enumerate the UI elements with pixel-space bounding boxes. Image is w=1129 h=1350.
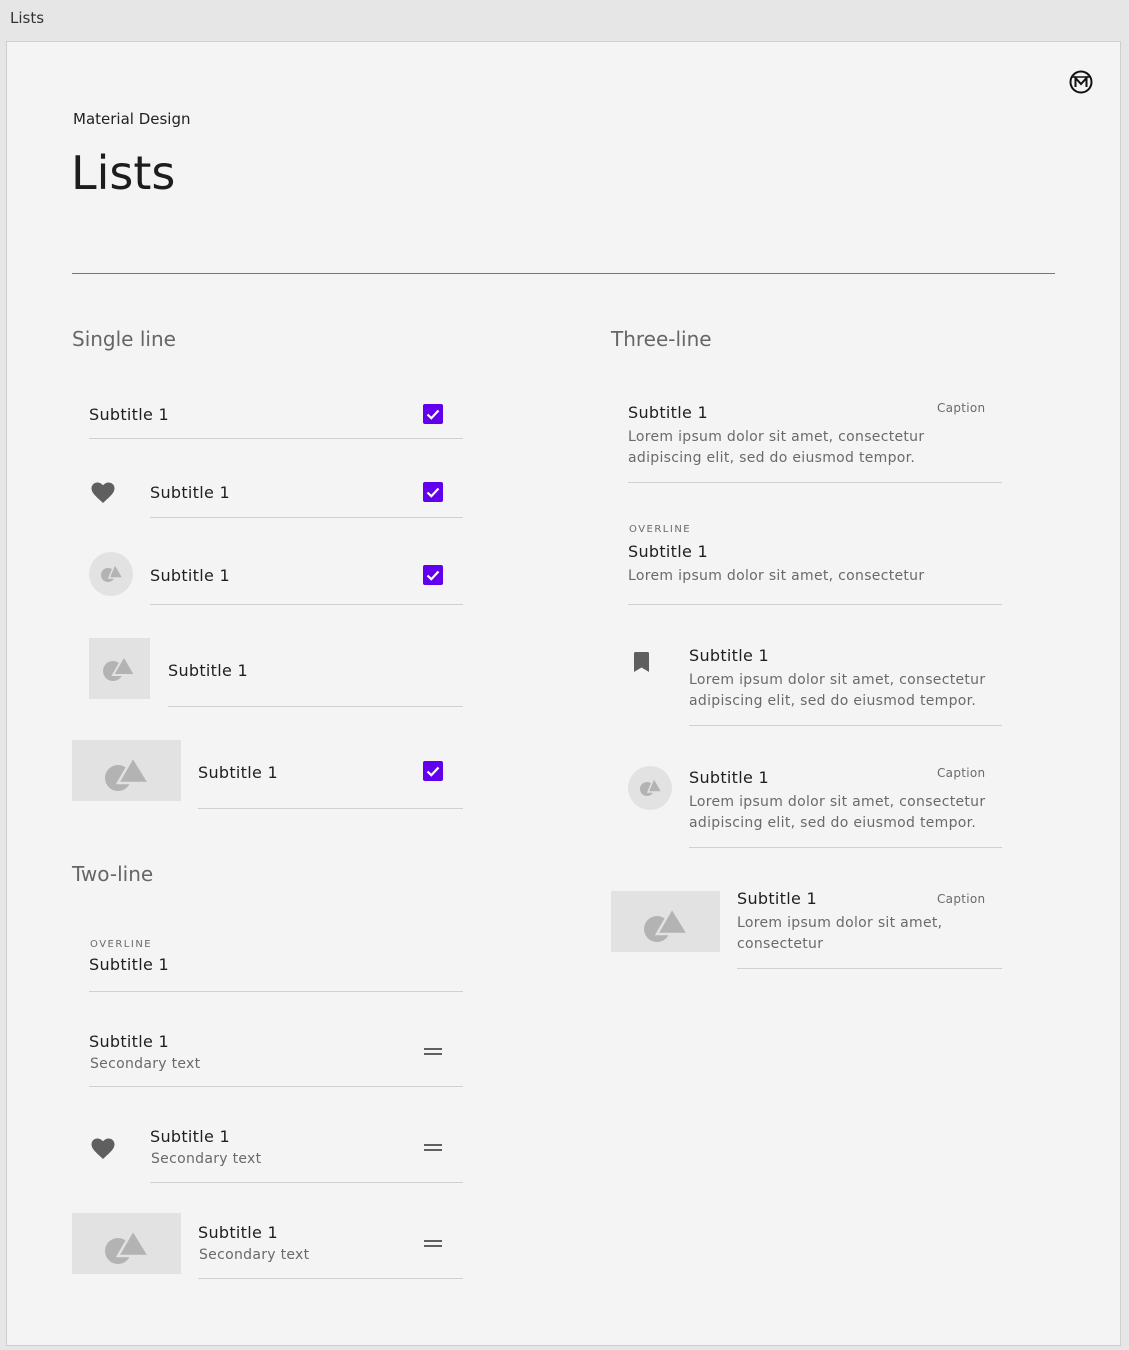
wide-thumbnail [72, 740, 181, 801]
bookmark-icon [634, 652, 649, 672]
list-divider [198, 1278, 463, 1279]
checkbox[interactable] [423, 482, 443, 502]
item-body: Lorem ipsum dolor sit amet, consectetur [628, 568, 925, 584]
shapes-placeholder-icon [105, 1227, 151, 1264]
drag-handle-icon[interactable] [424, 1240, 442, 1248]
shapes-placeholder-icon [640, 776, 663, 796]
item-caption: Caption [937, 892, 986, 906]
item-subtitle: Subtitle 1 [168, 661, 248, 680]
item-subtitle: Subtitle 1 [198, 763, 278, 782]
page-title: Lists [71, 146, 176, 200]
item-body: Lorem ipsum dolor sit amet, consectetur … [628, 429, 925, 466]
item-subtitle: Subtitle 1 [89, 405, 169, 424]
item-subtitle: Subtitle 1 [150, 483, 230, 502]
list-divider [628, 482, 1002, 483]
list-divider [198, 808, 463, 809]
checkbox[interactable] [423, 761, 443, 781]
square-thumbnail [89, 638, 150, 699]
list-divider [689, 847, 1002, 848]
shapes-placeholder-icon [644, 905, 690, 942]
wide-thumbnail [72, 1213, 181, 1274]
list-divider [150, 517, 463, 518]
item-subtitle: Subtitle 1 [737, 889, 817, 908]
section-heading-two-line: Two-line [72, 862, 154, 886]
item-overline: OVERLINE [90, 939, 153, 950]
page-overline: Material Design [73, 110, 191, 128]
wide-thumbnail [611, 891, 720, 952]
list-divider [737, 968, 1002, 969]
shapes-placeholder-icon [101, 562, 124, 582]
item-subtitle: Subtitle 1 [89, 1032, 169, 1051]
list-divider [89, 438, 463, 439]
item-subtitle: Subtitle 1 [628, 403, 708, 422]
list-divider [89, 991, 463, 992]
item-body: Lorem ipsum dolor sit amet, consectetur … [689, 672, 986, 709]
item-caption: Caption [937, 766, 986, 780]
section-heading-single-line: Single line [72, 327, 176, 351]
drag-handle-icon[interactable] [424, 1144, 442, 1152]
artboard: Material Design Lists Single line Subtit… [6, 41, 1121, 1346]
heart-icon [91, 1138, 115, 1159]
material-logo-icon [1069, 70, 1093, 94]
item-subtitle: Subtitle 1 [150, 566, 230, 585]
item-overline: OVERLINE [629, 524, 692, 535]
item-secondary-text: Secondary text [151, 1151, 262, 1167]
avatar [628, 766, 672, 810]
list-divider [150, 604, 463, 605]
list-divider [89, 1086, 463, 1087]
frame-title: Lists [10, 9, 45, 27]
avatar [89, 552, 133, 596]
item-subtitle: Subtitle 1 [198, 1223, 278, 1242]
header-divider [72, 273, 1055, 274]
list-divider [168, 706, 463, 707]
drag-handle-icon[interactable] [424, 1048, 442, 1056]
shapes-placeholder-icon [105, 754, 151, 791]
item-subtitle: Subtitle 1 [89, 955, 169, 974]
item-subtitle: Subtitle 1 [689, 646, 769, 665]
section-heading-three-line: Three-line [611, 327, 712, 351]
list-divider [150, 1182, 463, 1183]
item-body: Lorem ipsum dolor sit amet, consectetur … [689, 794, 986, 831]
item-subtitle: Subtitle 1 [689, 768, 769, 787]
checkbox[interactable] [423, 404, 443, 424]
heart-icon [91, 482, 115, 503]
item-body: Lorem ipsum dolor sit amet, consectetur [737, 915, 943, 952]
item-caption: Caption [937, 401, 986, 415]
item-secondary-text: Secondary text [90, 1056, 201, 1072]
item-secondary-text: Secondary text [199, 1247, 310, 1263]
item-subtitle: Subtitle 1 [150, 1127, 230, 1146]
list-divider [628, 604, 1002, 605]
checkbox[interactable] [423, 565, 443, 585]
list-divider [689, 725, 1002, 726]
shapes-placeholder-icon [103, 654, 136, 681]
item-subtitle: Subtitle 1 [628, 542, 708, 561]
